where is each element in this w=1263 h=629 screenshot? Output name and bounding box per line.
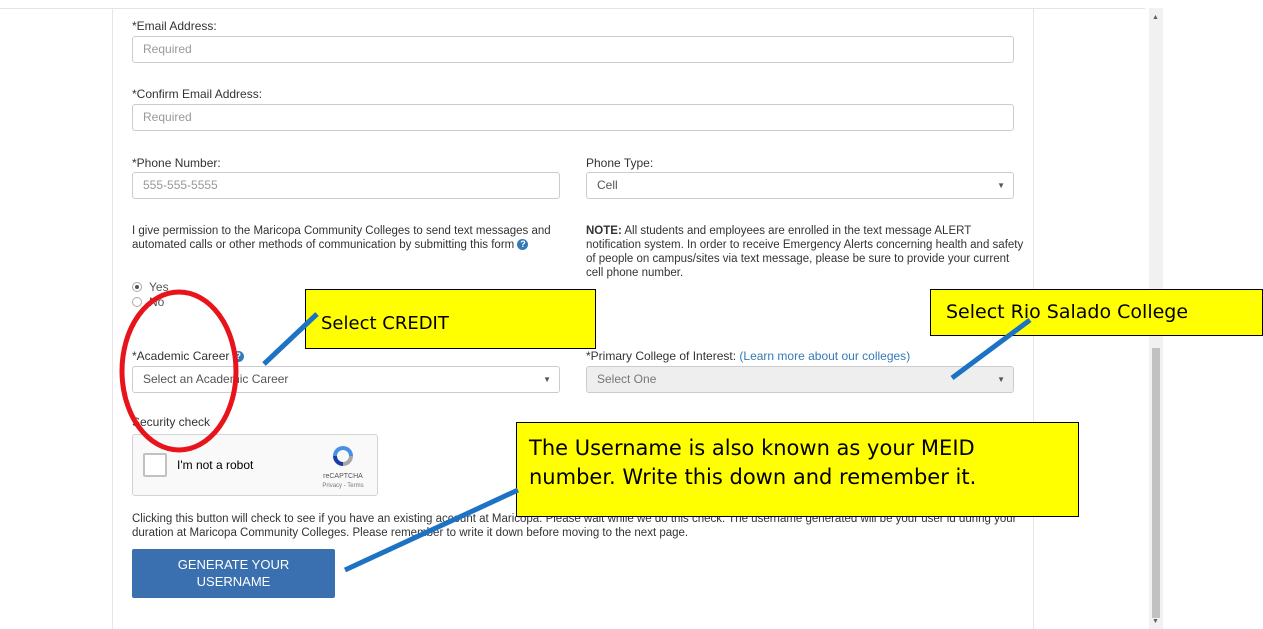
username-callout-line1: The Username is also known as your MEID bbox=[529, 436, 975, 460]
primary-college-label: *Primary College of Interest: (Learn mor… bbox=[586, 349, 910, 363]
caret-down-icon: ▼ bbox=[997, 375, 1005, 384]
permission-yes-radio[interactable] bbox=[132, 282, 142, 292]
alert-note-label: NOTE: bbox=[586, 225, 622, 237]
select-credit-callout: Select CREDIT bbox=[305, 289, 596, 349]
caret-down-icon: ▼ bbox=[997, 181, 1005, 190]
scroll-up-arrow-icon[interactable]: ▲ bbox=[1152, 14, 1159, 21]
email-field[interactable]: Required bbox=[132, 36, 1014, 63]
username-meid-callout: The Username is also known as your MEID … bbox=[516, 422, 1079, 517]
generate-username-button[interactable]: GENERATE YOUR USERNAME bbox=[132, 549, 335, 598]
confirm-email-placeholder: Required bbox=[143, 110, 192, 124]
recaptcha-logo-icon bbox=[333, 446, 353, 466]
security-check-label: Security check bbox=[132, 415, 211, 429]
phone-type-value: Cell bbox=[597, 178, 618, 192]
phone-placeholder: 555-555-5555 bbox=[143, 178, 218, 192]
primary-college-value: Select One bbox=[597, 372, 657, 386]
academic-career-select[interactable]: Select an Academic Career ▼ bbox=[132, 366, 560, 393]
colleges-link-close: ) bbox=[906, 349, 911, 363]
academic-career-value: Select an Academic Career bbox=[143, 372, 289, 386]
username-callout-line2: number. Write this down and remember it. bbox=[529, 465, 977, 489]
generate-username-line2: USERNAME bbox=[196, 574, 271, 589]
phone-label: *Phone Number: bbox=[132, 156, 221, 170]
phone-type-select[interactable]: Cell ▼ bbox=[586, 172, 1014, 199]
academic-career-label: *Academic Career ? bbox=[132, 349, 244, 363]
recaptcha-checkbox[interactable] bbox=[143, 453, 167, 477]
recaptcha-terms-link[interactable]: Privacy - Terms bbox=[313, 483, 373, 489]
recaptcha-label: I'm not a robot bbox=[177, 458, 254, 472]
alert-note: NOTE: All students and employees are enr… bbox=[586, 224, 1026, 280]
scrollbar-thumb[interactable] bbox=[1152, 348, 1160, 618]
recaptcha-brand: reCAPTCHA bbox=[323, 473, 363, 480]
permission-no-label: No bbox=[149, 295, 165, 309]
primary-college-label-text: *Primary College of Interest: bbox=[586, 349, 740, 363]
page-top-divider bbox=[0, 8, 1145, 9]
permission-text-body: I give permission to the Maricopa Commun… bbox=[132, 225, 551, 251]
question-circle-icon[interactable]: ? bbox=[232, 351, 244, 363]
form-left-border bbox=[112, 9, 113, 629]
email-placeholder: Required bbox=[143, 42, 192, 56]
phone-type-label: Phone Type: bbox=[586, 156, 654, 170]
email-label: *Email Address: bbox=[132, 19, 217, 33]
academic-career-label-text: *Academic Career bbox=[132, 349, 230, 363]
confirm-email-field[interactable]: Required bbox=[132, 104, 1014, 131]
permission-no-radio[interactable] bbox=[132, 297, 142, 307]
learn-more-colleges-link[interactable]: Learn more about our colleges bbox=[743, 349, 906, 363]
primary-college-select[interactable]: Select One ▼ bbox=[586, 366, 1014, 393]
alert-note-body: All students and employees are enrolled … bbox=[586, 225, 1024, 279]
generate-username-line1: GENERATE YOUR bbox=[177, 557, 290, 572]
question-circle-icon[interactable]: ? bbox=[517, 239, 529, 251]
scroll-down-arrow-icon[interactable]: ▼ bbox=[1152, 618, 1159, 625]
caret-down-icon: ▼ bbox=[543, 375, 551, 384]
permission-yes-label: Yes bbox=[149, 280, 169, 294]
select-rio-callout: Select Rio Salado College bbox=[930, 289, 1263, 336]
recaptcha-widget: I'm not a robot reCAPTCHA Privacy - Term… bbox=[132, 434, 378, 496]
permission-text: I give permission to the Maricopa Commun… bbox=[132, 224, 572, 252]
confirm-email-label: *Confirm Email Address: bbox=[132, 87, 263, 101]
phone-field[interactable]: 555-555-5555 bbox=[132, 172, 560, 199]
